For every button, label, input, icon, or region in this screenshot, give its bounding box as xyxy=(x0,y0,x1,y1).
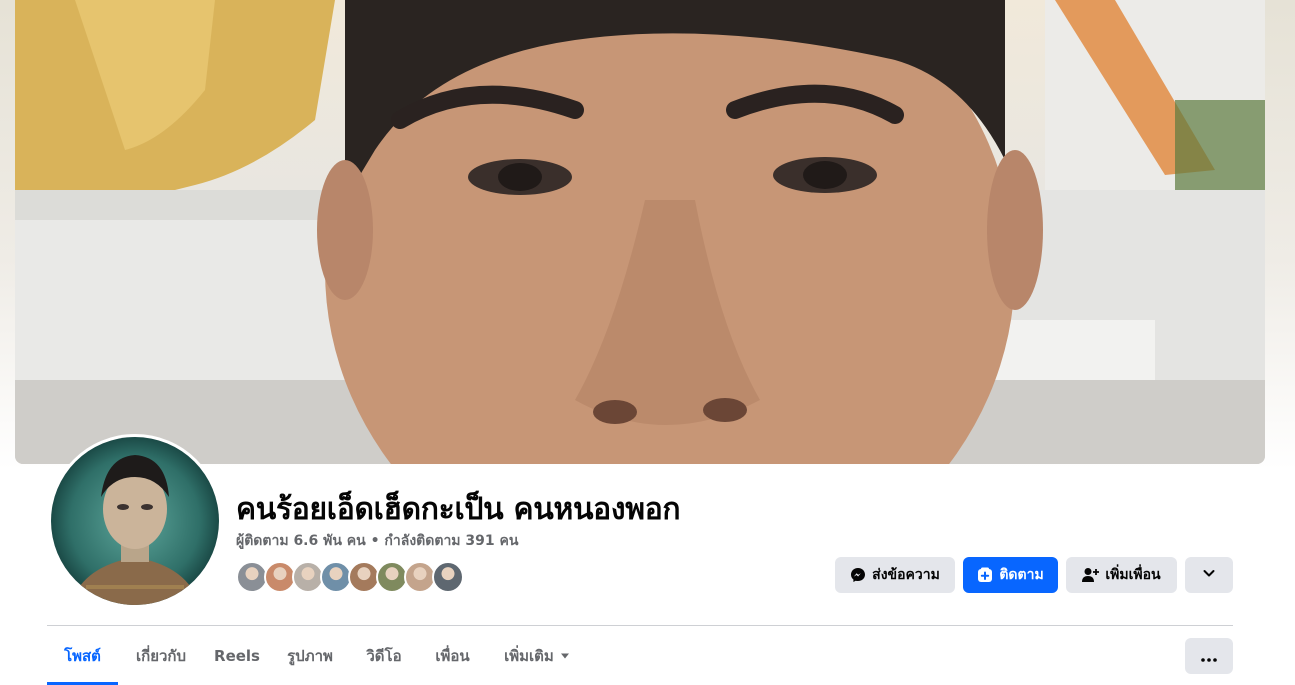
follow-icon xyxy=(977,567,993,583)
tab-more[interactable]: เพิ่มเติม xyxy=(487,627,587,685)
add-friend-button-label: เพิ่มเพื่อน xyxy=(1105,567,1161,583)
more-dots-icon xyxy=(1201,647,1217,666)
more-options-button[interactable] xyxy=(1185,638,1233,674)
tab-photos-label: รูปภาพ xyxy=(287,647,333,665)
follow-button[interactable]: ติดตาม xyxy=(963,557,1058,593)
tab-photos[interactable]: รูปภาพ xyxy=(270,627,350,685)
tabs-divider xyxy=(47,625,1233,626)
tab-reels-label: Reels xyxy=(214,647,260,665)
tab-videos[interactable]: วิดีโอ xyxy=(350,627,418,685)
tab-posts[interactable]: โพสต์ xyxy=(47,627,118,685)
follow-button-label: ติดตาม xyxy=(999,567,1044,583)
chevron-down-icon xyxy=(1202,566,1216,584)
tab-friends[interactable]: เพื่อน xyxy=(418,627,487,685)
profile-name: คนร้อยเอ็ดเฮ็ดกะเป็น คนหนองพอก xyxy=(236,492,681,527)
messenger-icon xyxy=(850,567,866,583)
tab-posts-label: โพสต์ xyxy=(64,647,101,665)
add-friend-icon xyxy=(1082,567,1100,583)
tab-reels[interactable]: Reels xyxy=(204,627,270,685)
tab-friends-label: เพื่อน xyxy=(435,647,470,665)
profile-options-button[interactable] xyxy=(1185,557,1233,593)
add-friend-button[interactable]: เพิ่มเพื่อน xyxy=(1066,557,1177,593)
message-button[interactable]: ส่งข้อความ xyxy=(835,557,955,593)
profile-avatar-image xyxy=(51,437,219,605)
friend-avatar-8[interactable] xyxy=(432,561,464,593)
tab-videos-label: วิดีโอ xyxy=(366,647,402,665)
profile-avatar[interactable] xyxy=(48,434,222,608)
profile-stats[interactable]: ผู้ติดตาม 6.6 พัน คน • กำลังติดตาม 391 ค… xyxy=(236,530,518,552)
tab-about[interactable]: เกี่ยวกับ xyxy=(118,627,204,685)
cover-photo-image xyxy=(15,0,1265,464)
tab-about-label: เกี่ยวกับ xyxy=(135,647,187,665)
tab-more-label: เพิ่มเติม xyxy=(504,647,554,665)
caret-down-icon xyxy=(560,652,570,660)
message-button-label: ส่งข้อความ xyxy=(872,567,940,583)
cover-photo[interactable] xyxy=(15,0,1265,464)
